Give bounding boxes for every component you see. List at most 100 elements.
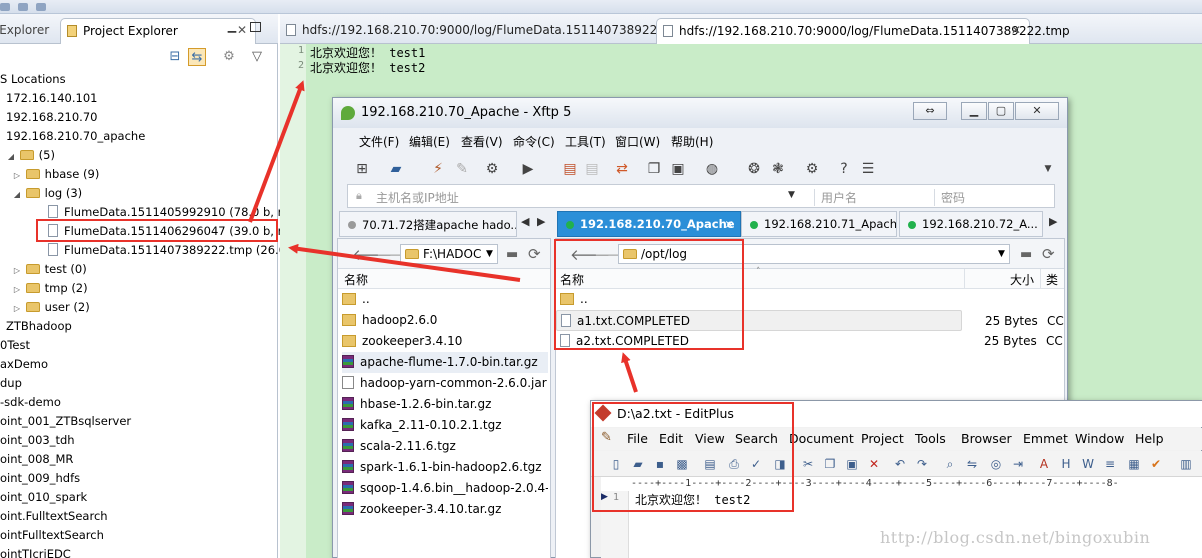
minimize-icon[interactable]: ▁ — [961, 102, 987, 120]
tree-item[interactable]: ◢ log (3) — [12, 184, 82, 203]
cut-icon[interactable]: ✂ — [799, 455, 817, 473]
filter-icon[interactable]: ⚙ — [220, 48, 238, 66]
scroll-tabs-right-icon[interactable]: ▶ — [537, 215, 545, 228]
paste-icon[interactable]: ▣ — [669, 160, 687, 178]
link-editor-icon[interactable]: ⇆ — [188, 48, 206, 66]
tree-item[interactable]: 0Test — [0, 336, 30, 355]
menu-item[interactable]: 命令(C) — [513, 133, 555, 150]
transfer-icon[interactable]: ⇄ — [613, 160, 631, 178]
scroll-tabs-right-icon[interactable]: ▶ — [1049, 215, 1057, 228]
column-header[interactable]: 名称 — [338, 269, 550, 289]
check-icon[interactable]: ✔ — [1147, 455, 1165, 473]
menu-item[interactable]: 帮助(H) — [671, 133, 713, 150]
column-divider[interactable] — [1040, 269, 1041, 289]
refresh-file-icon[interactable]: ▤ — [561, 160, 579, 178]
maximize-icon[interactable]: ▢ — [988, 102, 1014, 120]
ruler-toggle-icon[interactable]: ▦ — [1125, 455, 1143, 473]
tree-item[interactable]: FlumeData.1511407389222.tmp (26.0 b, — [48, 241, 301, 260]
host-dropdown-chevron-icon[interactable]: ▼ — [788, 190, 795, 200]
stop-icon[interactable]: ▤ — [583, 160, 601, 178]
copy-icon[interactable]: ❐ — [821, 455, 839, 473]
session-tab[interactable]: 70.71.72搭建apache hado... — [339, 211, 517, 237]
help-icon[interactable]: ? — [835, 160, 853, 178]
tree-item[interactable]: 172.16.140.101 — [6, 89, 97, 108]
menu-item[interactable]: Document — [789, 431, 854, 446]
view-menu-chevron-icon[interactable]: ▽ — [248, 48, 266, 66]
open-folder-icon[interactable]: ▰ — [387, 160, 405, 178]
restore-toggle-icon[interactable]: ⇔ — [913, 102, 947, 120]
tree-item[interactable]: ointFulltextSearch — [0, 526, 104, 545]
menu-item[interactable]: Project — [861, 431, 904, 446]
refresh-icon[interactable]: ⟳ — [528, 245, 541, 263]
tree-item[interactable]: ▷ tmp (2) — [12, 279, 88, 298]
window-list-icon[interactable]: ▥ — [1177, 455, 1195, 473]
menu-item[interactable]: Emmet — [1023, 431, 1068, 446]
toolbar-icon[interactable] — [0, 3, 10, 11]
menu-item[interactable]: 工具(T) — [565, 133, 606, 150]
close-icon[interactable]: ✕ — [1015, 102, 1059, 120]
expand-arrow-icon[interactable]: ▷ — [12, 166, 22, 185]
scroll-tabs-left-icon[interactable]: ◀ — [521, 215, 529, 228]
file-row[interactable]: zookeeper3.4.10 — [342, 331, 548, 352]
tree-item[interactable]: oint_008_MR — [0, 450, 73, 469]
path-dropdown-chevron-icon[interactable]: ▼ — [486, 249, 493, 259]
toolbar-overflow-chevron-icon[interactable]: ▼ — [1039, 160, 1057, 178]
close-icon[interactable]: ✕ — [1011, 23, 1021, 37]
goto-icon[interactable]: ◎ — [987, 455, 1005, 473]
column-divider[interactable] — [964, 269, 965, 289]
new-session-icon[interactable]: ⊞ — [353, 160, 371, 178]
expand-arrow-icon[interactable]: ▷ — [12, 261, 22, 280]
toolbar-icon[interactable] — [36, 3, 46, 11]
username-input[interactable]: 用户名 — [814, 189, 924, 206]
hex-icon[interactable]: H — [1057, 455, 1075, 473]
menu-item[interactable]: Help — [1135, 431, 1164, 446]
session-tab[interactable]: 192.168.210.72_A... — [899, 211, 1043, 237]
file-row[interactable]: .. — [342, 289, 548, 310]
folder-up-icon[interactable]: ▬ — [506, 247, 518, 262]
session-tab[interactable]: 192.168.210.70_Apache × — [557, 211, 741, 237]
close-icon[interactable]: × — [724, 217, 734, 231]
collapse-arrow-icon[interactable]: ◢ — [6, 147, 16, 166]
password-input[interactable]: 密码 — [934, 189, 1054, 206]
file-row[interactable]: hadoop-yarn-common-2.6.0.jar — [342, 373, 548, 394]
folder-up-icon[interactable]: ▬ — [1020, 247, 1032, 262]
tree-item[interactable]: dup — [0, 374, 22, 393]
tree-item[interactable]: 192.168.210.70 — [6, 108, 97, 127]
menu-item[interactable]: Tools — [915, 431, 946, 446]
tree-item[interactable]: oint.FulltextSearch — [0, 507, 108, 526]
tree-item[interactable]: oint_009_hdfs — [0, 469, 80, 488]
toolbar-icon[interactable] — [18, 3, 28, 11]
maximize-icon[interactable] — [250, 22, 261, 32]
tree-item[interactable]: S Locations — [0, 70, 66, 89]
delete-icon[interactable]: ✕ — [865, 455, 883, 473]
properties-icon[interactable]: ⚙ — [483, 160, 501, 178]
tree-item[interactable]: axDemo — [0, 355, 48, 374]
redo-icon[interactable]: ↷ — [913, 455, 931, 473]
copy-icon[interactable]: ❐ — [645, 160, 663, 178]
ssh-icon[interactable]: ❂ — [745, 160, 763, 178]
xftp-title-bar[interactable]: 192.168.210.70_Apache - Xftp 5 ⇔ ▁ ▢ ✕ — [333, 98, 1067, 128]
word-wrap-icon[interactable]: W — [1079, 455, 1097, 473]
editor-tab-2[interactable]: hdfs://192.168.210.70:9000/log/FlumeData… — [656, 18, 1070, 44]
menu-item[interactable]: 查看(V) — [461, 133, 503, 150]
undo-icon[interactable]: ↶ — [891, 455, 909, 473]
editor-tab-1[interactable]: hdfs://192.168.210.70:9000/log/FlumeData… — [280, 18, 693, 44]
connect-icon[interactable]: ⚡ — [429, 160, 447, 178]
tree-item[interactable]: -sdk-demo — [0, 393, 61, 412]
settings-gear-icon[interactable]: ⚙ — [803, 160, 821, 178]
tree-item[interactable]: ◢ (5) — [6, 146, 55, 165]
file-row[interactable]: scala-2.11.6.tgz — [342, 436, 548, 457]
menu-item[interactable]: Window — [1075, 431, 1124, 446]
tree-item[interactable]: ▷ test (0) — [12, 260, 87, 279]
terminal-icon[interactable]: ▶ — [519, 160, 537, 178]
file-row[interactable]: hbase-1.2.6-bin.tar.gz — [342, 394, 548, 415]
refresh-icon[interactable]: ⟳ — [1042, 245, 1055, 263]
expand-arrow-icon[interactable]: ▷ — [12, 299, 22, 318]
path-dropdown-chevron-icon[interactable]: ▼ — [998, 249, 1005, 259]
tree-item[interactable]: ZTBhadoop — [6, 317, 72, 336]
font-icon[interactable]: A — [1035, 455, 1053, 473]
file-row[interactable]: sqoop-1.4.6.bin__hadoop-2.0.4-a — [342, 478, 548, 499]
tree-item[interactable]: oint_003_tdh — [0, 431, 75, 450]
disconnect-icon[interactable]: ✎ — [453, 160, 471, 178]
indent-icon[interactable]: ⇥ — [1009, 455, 1027, 473]
